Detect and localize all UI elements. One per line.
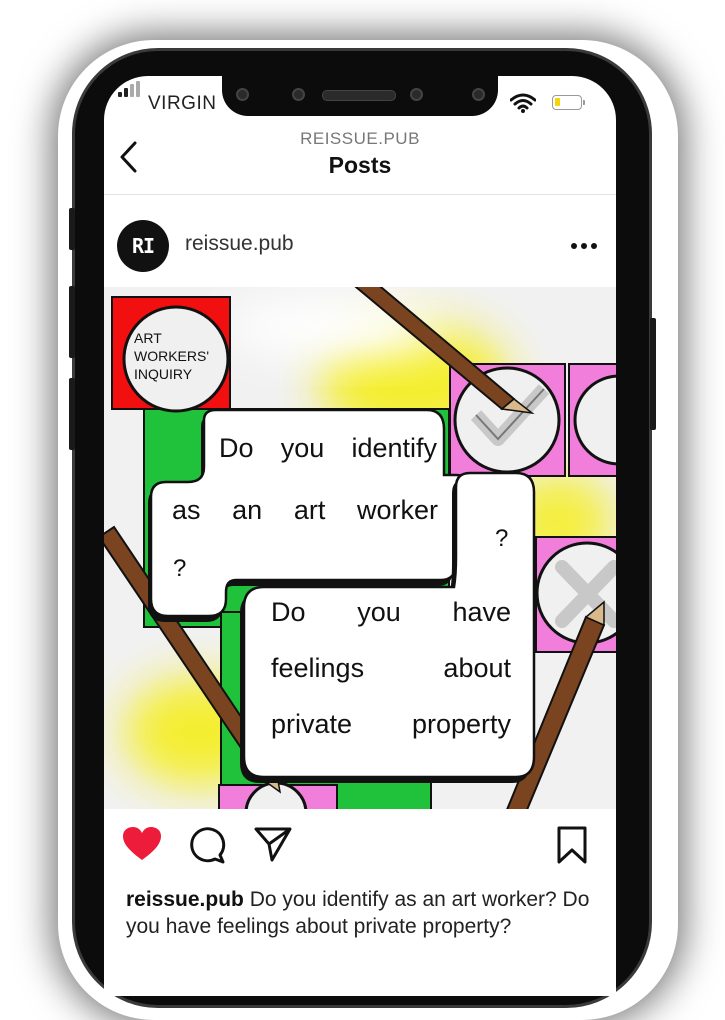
bubble1-question-left: ? bbox=[173, 555, 187, 582]
carrier-name: VIRGIN bbox=[148, 93, 217, 114]
bubble2-line2: feelings about bbox=[271, 653, 511, 683]
avatar[interactable]: RI bbox=[117, 220, 169, 272]
bubble2-line1: Do you have bbox=[271, 597, 511, 627]
sensor bbox=[236, 88, 249, 101]
front-camera bbox=[410, 88, 423, 101]
avatar-logo: RI bbox=[131, 234, 155, 258]
post-caption: reissue.pub Do you identify as an art wo… bbox=[126, 886, 596, 940]
sensor bbox=[292, 88, 305, 101]
phone-screen: VIRGIN REISSUE.PUB Posts RI reissue.pub bbox=[104, 76, 616, 996]
volume-down-button bbox=[69, 378, 75, 450]
battery-icon bbox=[552, 95, 582, 110]
bubble1-line2: as an art worker bbox=[172, 495, 438, 525]
bubble1-question-right: ? bbox=[495, 525, 509, 552]
comment-icon[interactable] bbox=[188, 826, 226, 864]
header-divider bbox=[104, 194, 616, 195]
heart-icon[interactable] bbox=[122, 826, 162, 862]
badge-text: ART WORKERS' INQUIRY bbox=[134, 329, 209, 383]
nav-subtitle: REISSUE.PUB bbox=[300, 129, 420, 148]
speaker-grille bbox=[322, 90, 396, 101]
bubble1-line1: Do you identify bbox=[219, 433, 437, 463]
badge-line: WORKERS' bbox=[134, 348, 210, 364]
bookmark-icon[interactable] bbox=[556, 826, 588, 864]
post-actions bbox=[104, 826, 616, 876]
volume-up-button bbox=[69, 286, 75, 358]
sensor bbox=[472, 88, 485, 101]
silent-switch bbox=[69, 208, 75, 250]
battery-tip bbox=[583, 100, 585, 105]
post-image[interactable]: ART WORKERS' INQUIRY Do you identify as … bbox=[104, 287, 616, 809]
page-title: Posts bbox=[328, 152, 392, 178]
badge-line: INQUIRY bbox=[134, 366, 193, 382]
notch bbox=[222, 76, 498, 116]
wifi-icon bbox=[510, 93, 536, 113]
more-dots-icon[interactable] bbox=[570, 242, 598, 250]
bubble2-line3: private property bbox=[271, 709, 511, 739]
power-button bbox=[650, 318, 656, 430]
post-username[interactable]: reissue.pub bbox=[185, 232, 294, 256]
caption-username[interactable]: reissue.pub bbox=[126, 888, 244, 911]
share-icon[interactable] bbox=[254, 826, 292, 862]
badge-line: ART bbox=[134, 330, 162, 346]
